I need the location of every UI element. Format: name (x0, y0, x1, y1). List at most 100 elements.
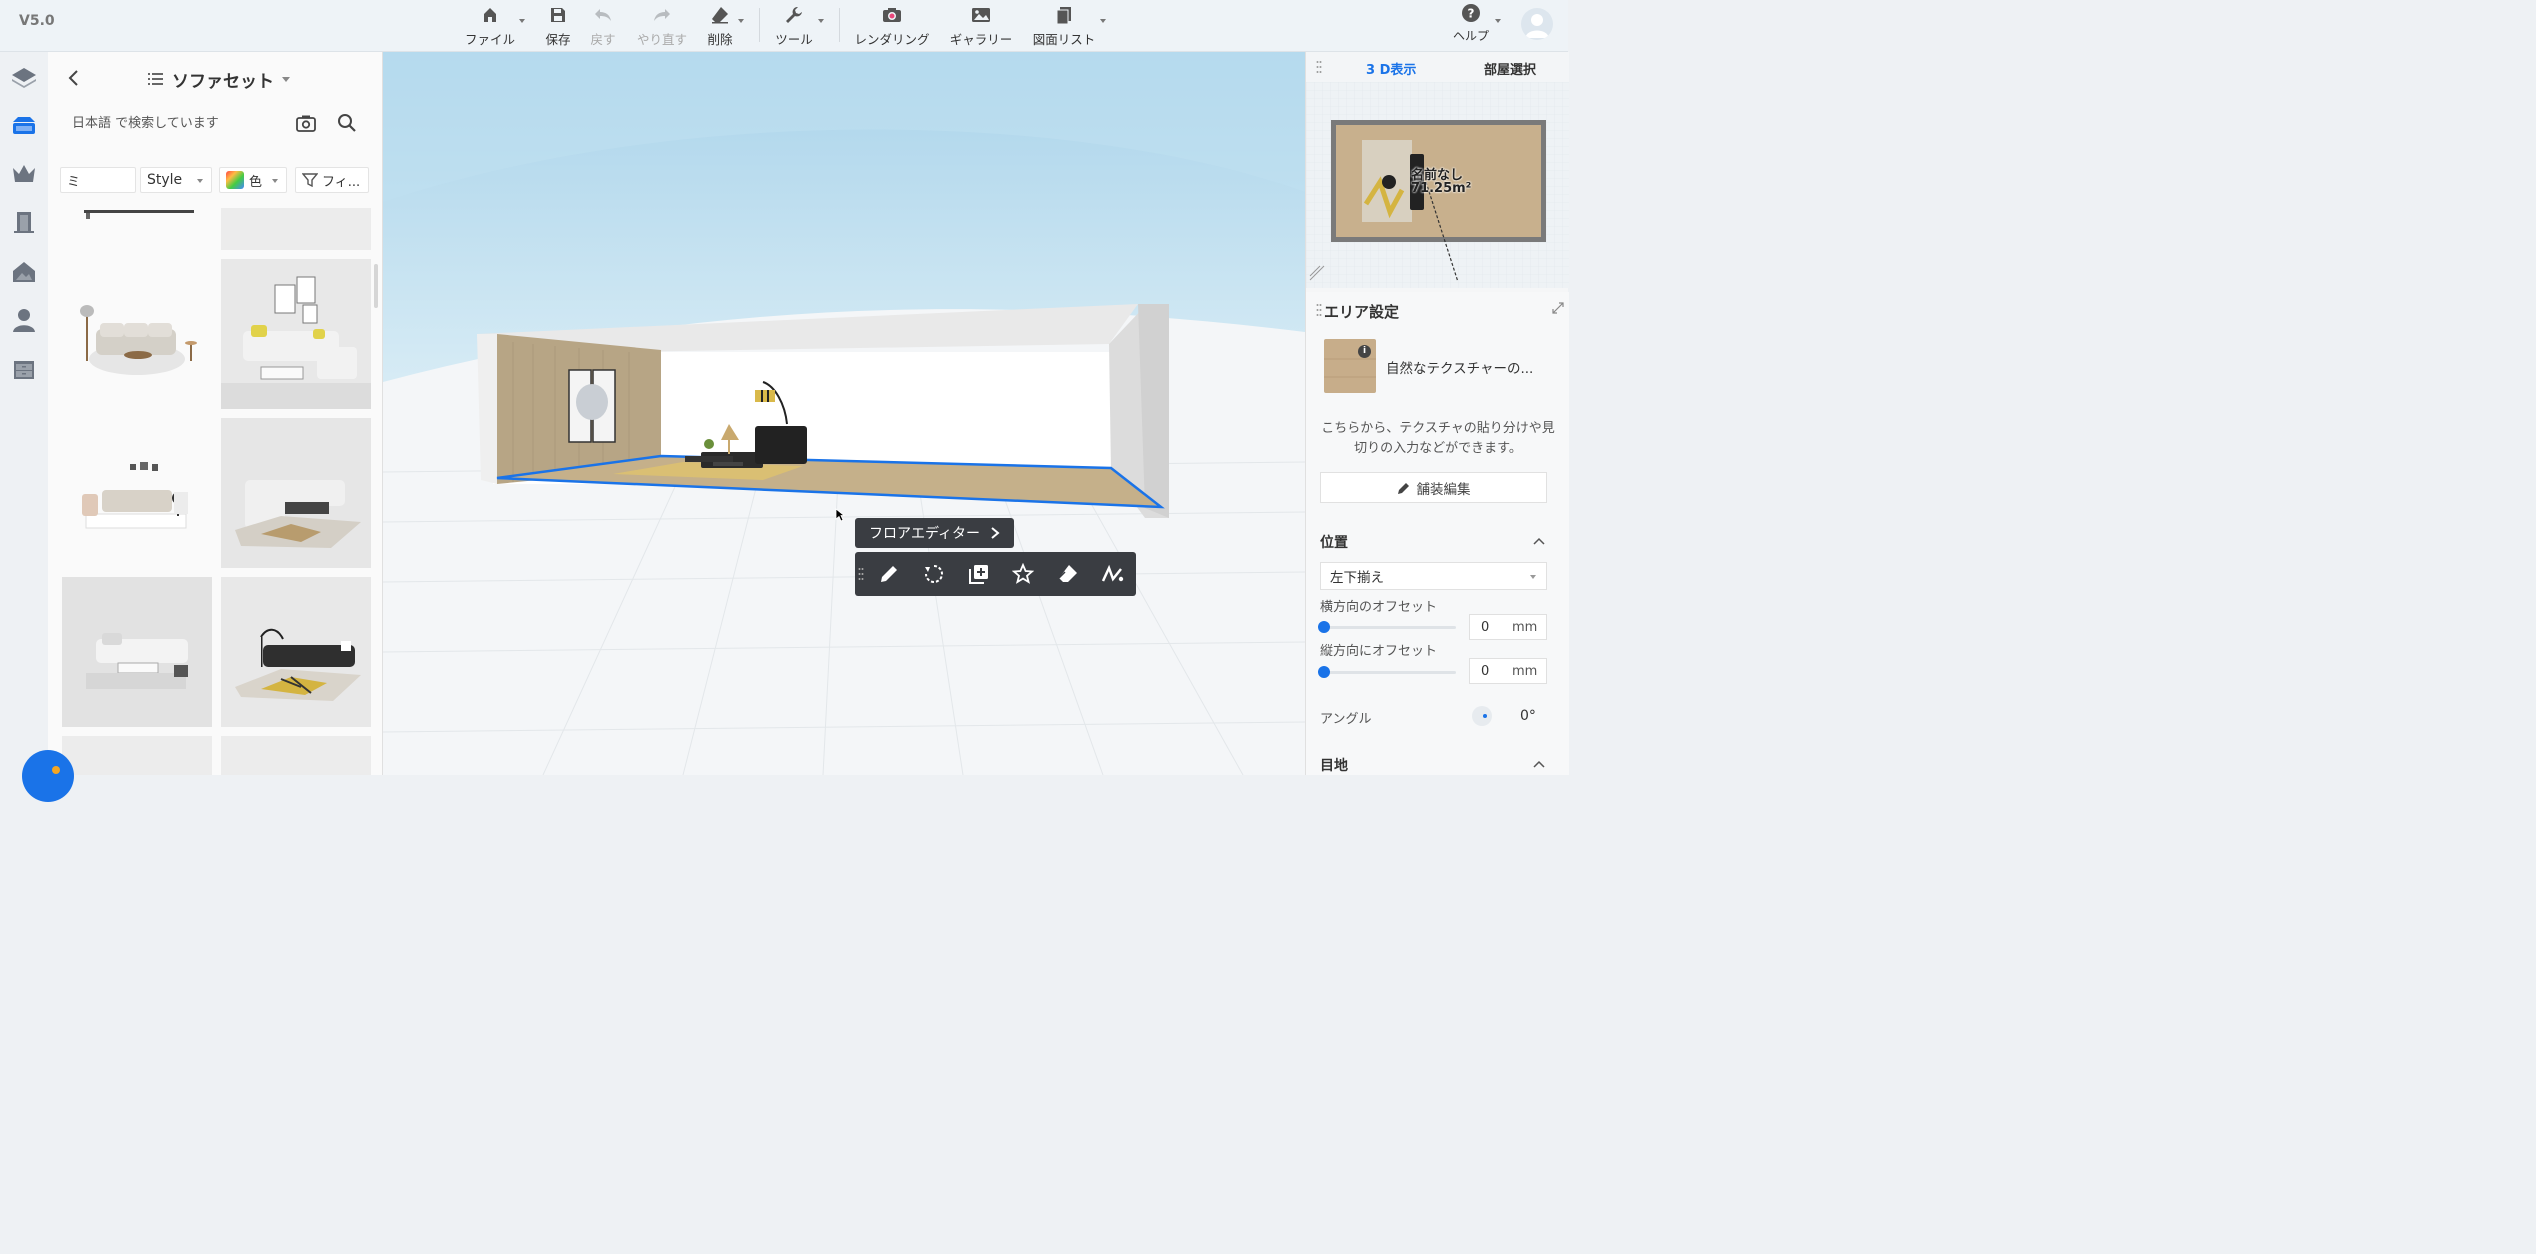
drawing-list-button[interactable]: 図面リスト (1032, 4, 1096, 48)
v-offset-input[interactable]: 0 mm (1469, 658, 1547, 684)
edit-button[interactable] (877, 562, 901, 586)
file-dropdown-caret[interactable] (519, 19, 525, 23)
product-thumbnail[interactable] (62, 208, 212, 250)
favorite-button[interactable] (1011, 562, 1035, 586)
rendering-button[interactable]: レンダリング (855, 4, 930, 48)
angle-label: アングル (1320, 712, 1372, 727)
list-icon (148, 73, 163, 85)
v-offset-slider[interactable] (1324, 671, 1456, 674)
rotate-button[interactable] (922, 562, 946, 586)
tab-room-select[interactable]: 部屋選択 (1484, 59, 1536, 78)
drag-handle-icon[interactable] (1316, 60, 1322, 74)
tab-3d-view[interactable]: 3 D表示 (1366, 59, 1416, 78)
h-offset-slider-handle[interactable] (1318, 621, 1330, 633)
delete-button[interactable]: 削除 (705, 4, 735, 48)
document-stack-icon (1053, 4, 1075, 26)
rail-floorplan[interactable] (8, 62, 40, 94)
more-filters[interactable]: フィ... (295, 167, 369, 193)
file-button[interactable]: ファイル (463, 4, 517, 48)
search-button[interactable] (337, 113, 357, 137)
back-button[interactable] (64, 68, 84, 88)
minimap[interactable]: 名前なし 71.25m² (1306, 82, 1569, 288)
ai-button[interactable] (1101, 562, 1125, 586)
chevron-down-icon (282, 76, 290, 82)
erase-button[interactable] (1056, 562, 1080, 586)
chat-assistant-button[interactable] (22, 750, 74, 802)
3d-viewport[interactable]: フロアエディター (383, 52, 1305, 775)
eraser-icon (709, 4, 731, 26)
sort-filter[interactable]: ミ (60, 167, 136, 193)
drawing-list-dropdown-caret[interactable] (1100, 19, 1106, 23)
floor-tools-bar (855, 552, 1136, 596)
redo-icon (651, 4, 673, 26)
h-offset-slider[interactable] (1324, 626, 1456, 629)
catalog-title: ソファセット (172, 71, 274, 92)
undo-button[interactable]: 戻す (589, 4, 617, 48)
material-thumbnail[interactable]: i (1324, 339, 1376, 393)
angle-dial-icon[interactable] (1472, 706, 1492, 726)
redo-button[interactable]: やり直す (636, 4, 688, 48)
drag-handle-icon[interactable] (857, 562, 865, 586)
floor-editor-button[interactable]: フロアエディター (855, 518, 1015, 548)
product-thumbnail[interactable] (62, 259, 212, 409)
pencil-icon (881, 566, 897, 582)
chevron-up-icon[interactable] (1532, 759, 1546, 769)
angle-input[interactable]: 0° (1472, 703, 1550, 729)
product-thumbnail[interactable] (221, 418, 371, 568)
rail-exterior[interactable] (8, 256, 40, 288)
drag-handle-icon[interactable] (1316, 303, 1322, 317)
catalog-scrollbar[interactable] (374, 264, 378, 308)
duplicate-icon (969, 565, 988, 584)
duplicate-button[interactable] (967, 562, 991, 586)
product-thumbnail[interactable] (221, 577, 371, 727)
star-icon (1012, 563, 1034, 584)
rail-furniture[interactable] (8, 110, 40, 142)
search-input[interactable] (72, 110, 302, 136)
product-thumbnail[interactable] (221, 736, 371, 775)
catalog-panel: ソファセット ミ Style 色 フィ... (48, 52, 383, 775)
product-thumbnail[interactable] (62, 736, 212, 775)
undo-icon (592, 4, 614, 26)
position-heading: 位置 (1320, 535, 1348, 551)
style-filter[interactable]: Style (140, 167, 212, 193)
home-icon (479, 4, 501, 26)
filter-icon (302, 173, 318, 187)
rail-doors[interactable] (8, 206, 40, 238)
catalog-category-selector[interactable]: ソファセット (148, 66, 290, 92)
alignment-select[interactable]: 左下揃え (1320, 562, 1547, 590)
color-filter[interactable]: 色 (219, 167, 287, 193)
product-thumbnail[interactable] (221, 208, 371, 250)
info-icon[interactable]: i (1358, 345, 1371, 358)
mouse-cursor-icon (835, 508, 845, 522)
joint-heading: 目地 (1320, 758, 1348, 774)
help-button[interactable]: ? ヘルプ (1450, 2, 1492, 46)
chevron-up-icon[interactable] (1532, 536, 1546, 546)
material-name: 自然なテクスチャーの... (1386, 361, 1534, 377)
gallery-button[interactable]: ギャラリー (950, 4, 1012, 48)
crown-icon (13, 165, 35, 182)
chevron-down-icon (197, 179, 203, 183)
3d-scene[interactable] (383, 52, 1305, 775)
chevron-down-icon (1530, 575, 1536, 579)
paving-edit-button[interactable]: 舗装編集 (1320, 472, 1547, 503)
help-dropdown-caret[interactable] (1495, 19, 1501, 23)
v-offset-slider-handle[interactable] (1318, 666, 1330, 678)
rail-cabinets[interactable] (8, 354, 40, 386)
delete-dropdown-caret[interactable] (738, 19, 744, 23)
save-button[interactable]: 保存 (543, 4, 573, 48)
product-thumbnail[interactable] (62, 418, 212, 568)
user-avatar[interactable] (1521, 8, 1553, 40)
product-thumbnail[interactable] (62, 577, 212, 727)
tools-dropdown-caret[interactable] (818, 19, 824, 23)
rail-people[interactable] (8, 304, 40, 336)
h-offset-input[interactable]: 0 mm (1469, 614, 1547, 640)
product-thumbnail[interactable] (221, 259, 371, 409)
tools-button[interactable]: ツール (774, 4, 814, 48)
camera-icon (296, 115, 316, 132)
rail-premium[interactable] (8, 158, 40, 190)
image-search-button[interactable] (296, 114, 316, 136)
category-rail (0, 52, 48, 775)
expand-icon[interactable] (1552, 302, 1564, 314)
notification-dot-icon (52, 766, 60, 774)
sofa-icon (13, 117, 35, 134)
